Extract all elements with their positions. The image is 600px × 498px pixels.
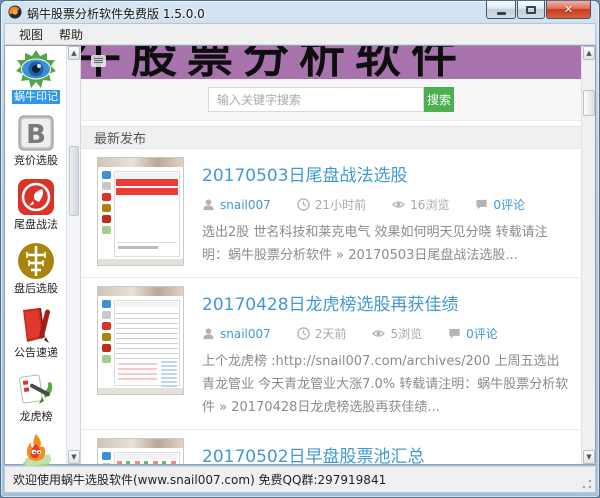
window-title: 蜗牛股票分析软件免费版 1.5.0.0 — [27, 7, 205, 21]
sidebar-item-snail-mark[interactable]: 蜗牛印记 — [5, 48, 67, 112]
maximize-button[interactable] — [517, 1, 545, 19]
article-item: 20170502日早盘股票池汇总 snail007 2天前 4浏览 0评论 — [81, 429, 581, 464]
article-thumbnail[interactable] — [97, 438, 184, 464]
statusbar: 欢迎使用蜗牛选股软件(www.snail007.com) 免费QQ群:29791… — [4, 466, 596, 493]
sidebar-item-tail-strategy[interactable]: 尾盘战法 — [5, 176, 67, 240]
sidebar-item-label: 公告速递 — [14, 346, 58, 359]
sidebar-item-label: 尾盘战法 — [14, 218, 58, 231]
article-author[interactable]: snail007 — [220, 198, 271, 212]
menubar: 视图 帮助 — [4, 23, 596, 45]
article-list: 20170503日尾盘战法选股 snail007 21小时前 16浏览 0评论 … — [81, 149, 581, 464]
article-meta: snail007 21小时前 16浏览 0评论 — [202, 196, 571, 213]
sidebar: 蜗牛印记 B 竞价选股 尾盘战法 盘后选股 公告速递 龙虎榜 ▲ ▼ — [5, 46, 81, 472]
scroll-up-icon[interactable]: ▲ — [583, 46, 595, 60]
banner-title: 牛股票分析软件 — [81, 46, 467, 79]
status-text: 欢迎使用蜗牛选股软件(www.snail007.com) 免费QQ群:29791… — [13, 473, 387, 487]
close-button[interactable]: ✕ — [546, 1, 591, 19]
search-bar: 搜索 — [81, 79, 581, 121]
scroll-down-icon[interactable]: ▼ — [583, 450, 595, 464]
content-frame: 蜗牛印记 B 竞价选股 尾盘战法 盘后选股 公告速递 龙虎榜 ▲ ▼ 牛股票分析… — [4, 45, 596, 472]
sidebar-item-announcements[interactable]: 公告速递 — [5, 304, 67, 368]
article-item: 20170503日尾盘战法选股 snail007 21小时前 16浏览 0评论 … — [81, 149, 581, 277]
webview-scroll-thumb[interactable] — [583, 90, 595, 116]
article-author[interactable]: snail007 — [220, 327, 271, 341]
article-views: 16浏览 — [410, 198, 450, 212]
article-title-link[interactable]: 20170503日尾盘战法选股 — [202, 161, 571, 186]
sidebar-scroll-thumb[interactable] — [69, 146, 79, 216]
webview-scrollbar[interactable]: ▲ ▼ — [581, 46, 595, 464]
app-window: 蜗牛股票分析软件免费版 1.5.0.0 ✕ 视图 帮助 蜗牛印记 B 竞价选股 … — [0, 0, 600, 498]
article-title-link[interactable]: 20170428日龙虎榜选股再获佳绩 — [202, 290, 571, 315]
article-thumbnail[interactable] — [97, 157, 184, 266]
article-views: 5浏览 — [390, 327, 423, 341]
b-icon: B — [18, 115, 54, 151]
article-comments[interactable]: 0评论 — [493, 196, 525, 213]
search-button[interactable]: 搜索 — [424, 87, 454, 112]
views-icon — [372, 330, 386, 337]
article-time: 2天前 — [314, 327, 347, 341]
article-item: 20170428日龙虎榜选股再获佳绩 snail007 2天前 5浏览 0评论 … — [81, 277, 581, 429]
paper-icon — [19, 374, 53, 404]
sidebar-item-label: 盘后选股 — [14, 282, 58, 295]
menu-help[interactable]: 帮助 — [51, 24, 91, 45]
menu-view[interactable]: 视图 — [11, 24, 51, 45]
minimize-button[interactable] — [486, 1, 516, 19]
section-header: 最新发布 — [81, 126, 581, 149]
svg-text:B: B — [26, 120, 46, 150]
app-logo-icon — [8, 5, 22, 19]
eye-icon — [16, 50, 56, 88]
sidebar-item-label: 龙虎榜 — [19, 410, 53, 423]
sidebar-item-bid-stock[interactable]: B 竞价选股 — [5, 112, 67, 176]
article-excerpt: 上个龙虎榜 :http://snail007.com/archives/200 … — [202, 354, 569, 415]
crosshair-icon — [18, 243, 54, 279]
sidebar-item-label: 蜗牛印记 — [12, 90, 60, 104]
site-banner: 牛股票分析软件 — [81, 46, 581, 79]
sidebar-item-label: 竞价选股 — [14, 154, 58, 167]
sidebar-scrollbar[interactable]: ▲ ▼ — [66, 46, 80, 464]
article-time: 21小时前 — [314, 198, 367, 212]
section-title: 最新发布 — [94, 132, 147, 147]
article-title-link[interactable]: 20170502日早盘股票池汇总 — [202, 442, 571, 464]
scroll-up-icon[interactable]: ▲ — [68, 46, 80, 60]
article-thumbnail[interactable] — [97, 286, 184, 395]
clock-icon — [297, 327, 310, 340]
article-excerpt: 选出2股 世名科技和莱克电气 效果如何明天见分晓 转载请注明：蜗牛股票分析软件 … — [202, 225, 548, 263]
sidebar-item-after-hours[interactable]: 盘后选股 — [5, 240, 67, 304]
book-icon — [23, 308, 51, 343]
clock-icon — [297, 198, 310, 211]
article-comments[interactable]: 0评论 — [466, 325, 498, 342]
views-icon — [392, 201, 406, 208]
author-icon — [203, 199, 214, 211]
resize-grip[interactable] — [581, 478, 593, 490]
webview: 牛股票分析软件 搜索 最新发布 — [81, 46, 595, 464]
titlebar[interactable]: 蜗牛股票分析软件免费版 1.5.0.0 ✕ — [1, 1, 599, 23]
article-meta: snail007 2天前 5浏览 0评论 — [202, 325, 571, 342]
comments-icon — [449, 328, 460, 339]
comments-icon — [476, 199, 487, 210]
menu-toggle-icon[interactable] — [91, 55, 106, 67]
sidebar-item-dragon-tiger[interactable]: 龙虎榜 — [5, 368, 67, 432]
author-icon — [203, 328, 214, 340]
rocket-icon — [18, 179, 54, 215]
scroll-down-icon[interactable]: ▼ — [68, 450, 80, 464]
search-input[interactable] — [208, 87, 424, 112]
